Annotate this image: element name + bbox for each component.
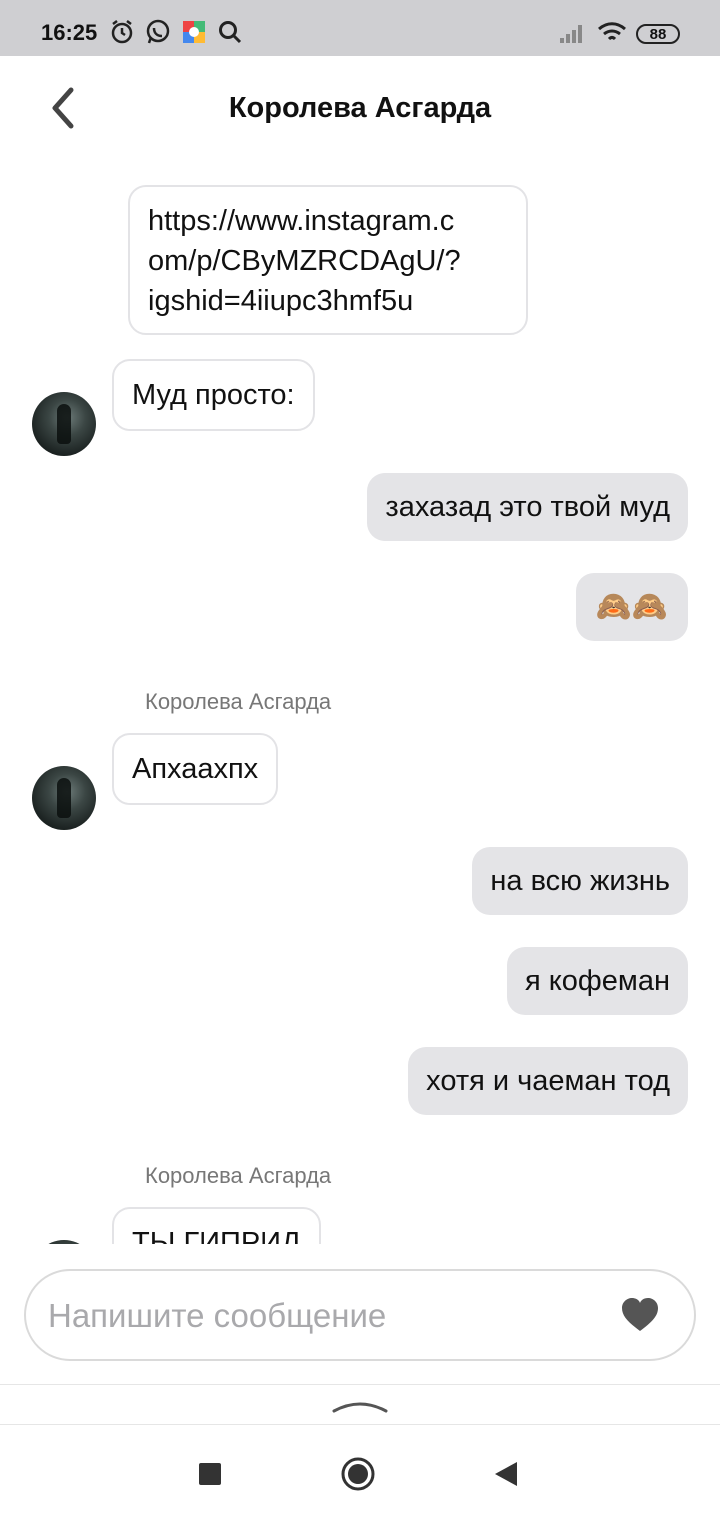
divider (0, 1384, 720, 1385)
page-title: Королева Асгарда (228, 92, 492, 124)
app-icon (180, 18, 208, 46)
back-icon (495, 1462, 517, 1486)
message-text: ТЫ ГИПРИД (132, 1227, 301, 1244)
avatar[interactable] (32, 766, 96, 830)
whatsapp-icon (144, 18, 172, 46)
message-text-line: om/p/CByMZRCDAgU/? (148, 245, 461, 277)
message-bubble[interactable]: 🙈🙈 (575, 573, 688, 641)
nav-back-button[interactable] (488, 1456, 524, 1492)
message-text-line: https://www.instagram.c (148, 205, 455, 237)
message-text: захазад это твой муд (385, 491, 670, 523)
battery-icon: 88 (636, 24, 680, 44)
message-text: хотя и чаеман тод (426, 1065, 670, 1097)
sender-name: Королева Асгарда (145, 1163, 332, 1188)
message-input[interactable] (46, 1291, 610, 1341)
message-composer (24, 1269, 696, 1361)
heart-icon (622, 1298, 658, 1331)
message-bubble[interactable]: Муд просто: (112, 359, 315, 431)
message-text-line: igshid=4iiupc3hmf5u (148, 285, 414, 317)
wifi-icon (596, 18, 628, 46)
chat-header: Королева Асгарда (0, 56, 720, 166)
message-bubble[interactable]: я кофеман (507, 947, 688, 1015)
home-icon (341, 1457, 375, 1491)
status-bar: 16:25 88 (0, 0, 720, 56)
sender-name: Королева Асгарда (145, 689, 332, 714)
signal-icon (557, 18, 589, 46)
like-button[interactable] (620, 1297, 660, 1335)
message-text: Апхаахпх (132, 753, 259, 785)
message-bubble[interactable]: хотя и чаеман тод (408, 1047, 688, 1115)
message-list[interactable]: https://www.instagram.c om/p/CByMZRCDAgU… (0, 166, 720, 1244)
divider (0, 1424, 720, 1425)
search-icon (216, 18, 244, 46)
message-bubble[interactable]: ТЫ ГИПРИД (112, 1207, 321, 1244)
status-time: 16:25 (41, 20, 98, 45)
chevron-up-icon (332, 1402, 388, 1413)
message-bubble[interactable]: Апхаахпх (112, 733, 279, 805)
message-bubble[interactable]: захазад это твой муд (367, 473, 688, 541)
message-text: на всю жизнь (490, 865, 670, 897)
battery-level: 88 (649, 26, 667, 43)
recent-apps-button[interactable] (192, 1456, 228, 1492)
message-emoji: 🙈🙈 (595, 591, 668, 623)
message-text: Муд просто: (132, 379, 295, 411)
alarm-icon (108, 18, 136, 46)
message-bubble[interactable]: https://www.instagram.c om/p/CByMZRCDAgU… (128, 185, 528, 335)
message-text: я кофеман (525, 965, 670, 997)
expand-handle[interactable] (330, 1395, 390, 1415)
avatar[interactable] (32, 392, 96, 456)
navigation-bar (0, 1426, 720, 1520)
avatar[interactable] (32, 1240, 96, 1244)
message-bubble[interactable]: на всю жизнь (472, 847, 688, 915)
recent-apps-icon (199, 1463, 221, 1485)
home-button[interactable] (340, 1456, 376, 1492)
